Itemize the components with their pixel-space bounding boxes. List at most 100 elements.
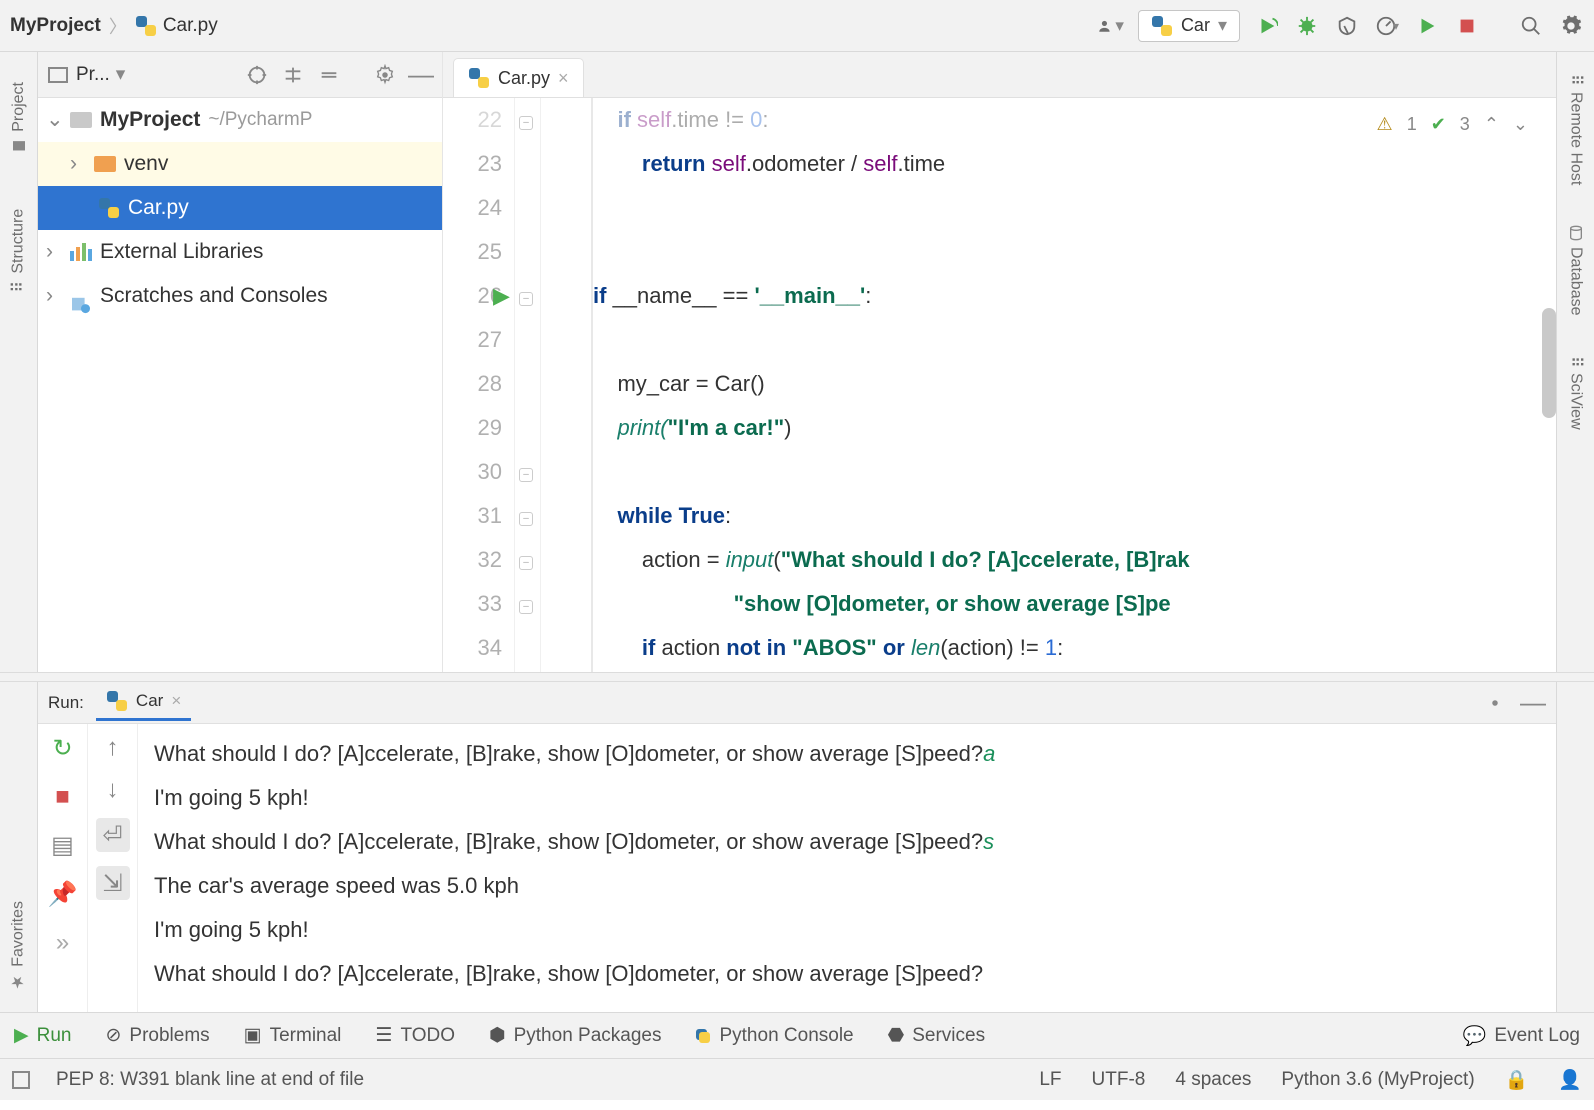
collapse-all-icon[interactable]	[316, 62, 342, 88]
fold-icon[interactable]: –	[519, 292, 533, 306]
run-button[interactable]	[1254, 13, 1280, 39]
fold-column[interactable]: – – – – – –	[515, 98, 541, 672]
tab-run[interactable]: ▶Run	[14, 1024, 71, 1047]
line-number: 30	[443, 450, 502, 494]
gutter[interactable]: 22 23 24 25 ▶26 27 28 29 30 31 32 33 34	[443, 98, 515, 672]
txt: :	[725, 503, 731, 528]
interpreter[interactable]: Python 3.6 (MyProject)	[1281, 1069, 1474, 1091]
tab-python-console[interactable]: Python Console	[695, 1025, 853, 1047]
stop-button[interactable]	[1454, 13, 1480, 39]
project-panel-header: Pr...▾ —	[38, 52, 442, 98]
close-tab-icon[interactable]: ×	[558, 68, 569, 89]
tree-venv[interactable]: › venv	[38, 142, 442, 186]
tab-event-log[interactable]: 💬Event Log	[1463, 1024, 1580, 1048]
run-anything-button[interactable]	[1414, 13, 1440, 39]
line-number: 23	[443, 142, 502, 186]
fold-icon[interactable]: –	[519, 116, 533, 130]
tree-scratches[interactable]: › Scratches and Consoles	[38, 274, 442, 318]
hide-run-panel-icon[interactable]: —	[1520, 690, 1546, 716]
lock-icon[interactable]: 🔒	[1505, 1068, 1529, 1092]
tab-services[interactable]: ⬣Services	[888, 1024, 985, 1047]
soft-wrap-icon[interactable]: ⏎	[96, 818, 130, 852]
editor-tabbar: Car.py ×	[443, 52, 1556, 98]
favorites-tab[interactable]: ★Favorites	[9, 901, 28, 992]
close-icon[interactable]: ×	[171, 691, 181, 711]
tree-external-libraries[interactable]: › External Libraries	[38, 230, 442, 274]
rerun-icon[interactable]: ↻	[52, 734, 72, 763]
remote-host-tab[interactable]: ⠿Remote Host	[1566, 74, 1585, 185]
hide-panel-icon[interactable]: —	[408, 62, 434, 88]
sciview-tab[interactable]: ⠿SciView	[1566, 356, 1585, 430]
python-file-icon	[468, 67, 490, 89]
ide-status-icon[interactable]: 👤	[1558, 1068, 1582, 1092]
database-tab[interactable]: Database	[1567, 225, 1585, 316]
run-config-selector[interactable]: Car ▾	[1138, 10, 1240, 42]
profile-button[interactable]: ▾	[1374, 13, 1400, 39]
line-ending[interactable]: LF	[1039, 1069, 1061, 1091]
structure-tool-tab[interactable]: ⠿ Structure	[9, 209, 28, 293]
scroll-to-end-icon[interactable]: ⇲	[96, 866, 130, 900]
panel-settings-icon[interactable]	[372, 62, 398, 88]
tool-windows-icon[interactable]	[12, 1071, 30, 1089]
tab-terminal[interactable]: ▣Terminal	[244, 1024, 342, 1047]
layout-icon[interactable]: ▤	[51, 831, 74, 860]
label: TODO	[400, 1025, 455, 1047]
line-number: 25	[443, 230, 502, 274]
project-tool-tab[interactable]: Project	[10, 82, 28, 154]
breadcrumb-file[interactable]: Car.py	[163, 15, 218, 37]
splitter[interactable]	[0, 672, 1594, 682]
code-text[interactable]: if self.time != 0: return self.odometer …	[593, 98, 1556, 672]
up-icon[interactable]: ↑	[107, 734, 119, 762]
expand-all-icon[interactable]	[280, 62, 306, 88]
kw: while	[617, 503, 678, 528]
project-panel-title[interactable]: Pr...▾	[46, 63, 125, 87]
editor-tab-car[interactable]: Car.py ×	[453, 58, 584, 97]
fold-icon[interactable]: –	[519, 512, 533, 526]
pin-icon[interactable]: 📌	[48, 880, 78, 909]
txt: .odometer /	[746, 151, 863, 176]
line-number: 29	[443, 406, 502, 450]
user-icon[interactable]: ▾	[1098, 13, 1124, 39]
tree-file-car[interactable]: Car.py	[38, 186, 442, 230]
txt: .time	[897, 151, 945, 176]
fold-icon[interactable]: –	[519, 468, 533, 482]
tree-root-path: ~/PycharmP	[208, 101, 312, 139]
project-tree[interactable]: ⌄ MyProject ~/PycharmP › venv Car.py › E…	[38, 98, 442, 318]
fold-icon[interactable]: –	[519, 600, 533, 614]
self: self	[863, 151, 897, 176]
stop-icon[interactable]: ■	[55, 783, 70, 811]
top-toolbar: MyProject 〉 Car.py ▾ Car ▾ ▾	[0, 0, 1594, 52]
code-area[interactable]: ⚠1 ✔3 ⌃ ⌄ 22 23 24 25 ▶26 27 28 29 30 31…	[443, 98, 1556, 672]
breadcrumb-project[interactable]: MyProject	[10, 15, 101, 37]
search-icon[interactable]	[1518, 13, 1544, 39]
more-icon[interactable]: »	[56, 929, 69, 957]
tab-todo[interactable]: ☰TODO	[375, 1024, 455, 1047]
down-icon[interactable]: ↓	[107, 776, 119, 804]
settings-icon[interactable]	[1558, 13, 1584, 39]
tab-problems[interactable]: ⊘Problems	[105, 1024, 209, 1047]
project-panel: Pr...▾ — ⌄ MyProject ~/PycharmP › venv	[38, 52, 443, 672]
tab-python-packages[interactable]: ⬢Python Packages	[489, 1024, 661, 1047]
folder-icon	[70, 112, 92, 128]
tree-root[interactable]: ⌄ MyProject ~/PycharmP	[38, 98, 442, 142]
str: "ABOS"	[792, 635, 876, 660]
locate-icon[interactable]	[244, 62, 270, 88]
fold-icon[interactable]: –	[519, 556, 533, 570]
editor-scrollbar[interactable]	[1542, 308, 1556, 418]
run-tool-column-1: ↻ ■ ▤ 📌 »	[38, 724, 88, 1012]
console-output[interactable]: What should I do? [A]ccelerate, [B]rake,…	[138, 724, 1556, 1012]
encoding[interactable]: UTF-8	[1092, 1069, 1146, 1091]
indent[interactable]: 4 spaces	[1175, 1069, 1251, 1091]
coverage-button[interactable]	[1334, 13, 1360, 39]
label: Python Packages	[514, 1025, 662, 1047]
run-tab-car[interactable]: Car ×	[96, 684, 191, 721]
debug-button[interactable]	[1294, 13, 1320, 39]
run-panel-settings-icon[interactable]	[1482, 690, 1508, 716]
self: self	[712, 151, 746, 176]
breadcrumb[interactable]: MyProject 〉 Car.py	[10, 13, 218, 39]
folder-icon	[94, 156, 116, 172]
chevron-right-icon: ›	[46, 231, 62, 273]
str: '__main__'	[754, 283, 865, 308]
run-line-icon[interactable]: ▶	[493, 274, 510, 318]
run-tool-column-2: ↑ ↓ ⏎ ⇲	[88, 724, 138, 1012]
